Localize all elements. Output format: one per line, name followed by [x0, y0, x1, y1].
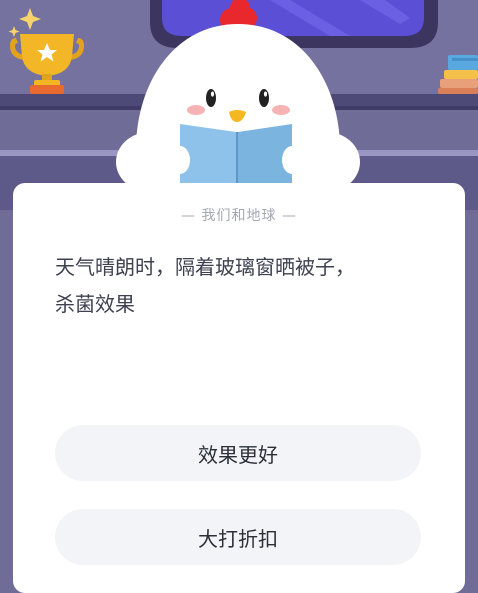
answer-option-2[interactable]: 大打折扣: [55, 509, 421, 565]
category-label: — 我们和地球 —: [181, 208, 297, 224]
question-line-1: 天气晴朗时，隔着玻璃窗晒被子，: [55, 255, 355, 279]
background-scene: [0, 0, 478, 210]
question-text: 天气晴朗时，隔着玻璃窗晒被子， 杀菌效果: [55, 249, 425, 323]
question-card: — 我们和地球 — 天气晴朗时，隔着玻璃窗晒被子， 杀菌效果 效果更好 大打折扣: [13, 183, 465, 593]
scene-illustration: [0, 0, 478, 210]
answer-option-1[interactable]: 效果更好: [55, 425, 421, 481]
question-line-2: 杀菌效果: [55, 292, 135, 316]
